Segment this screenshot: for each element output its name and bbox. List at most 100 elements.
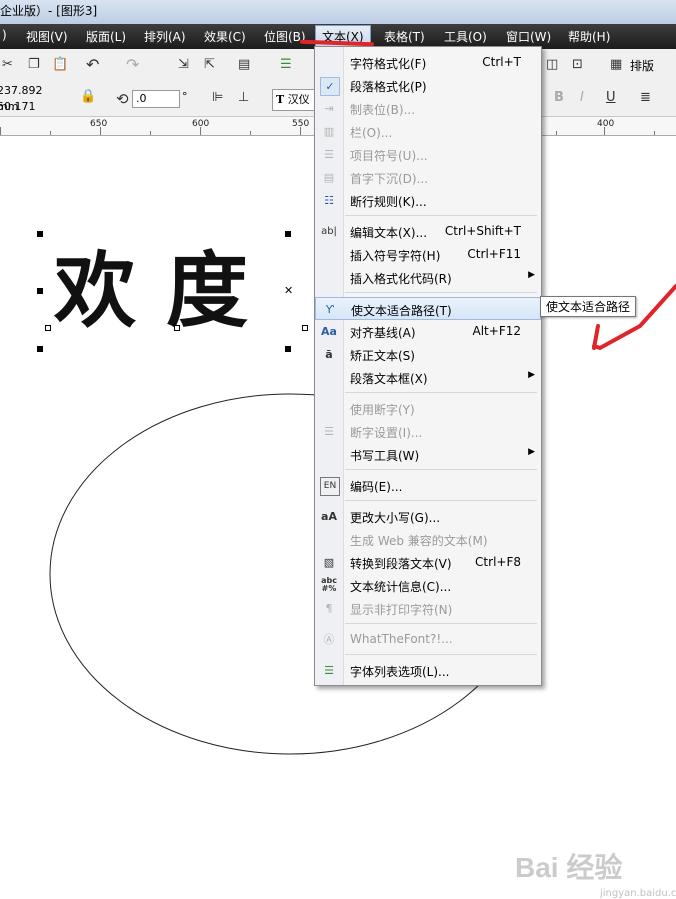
ruler-label: 400 xyxy=(597,119,615,129)
menu-item-insert-symbol[interactable]: 插入符号字符(H) Ctrl+F11 xyxy=(315,243,541,266)
undo-icon[interactable]: ↶ xyxy=(86,55,99,74)
layout-label[interactable]: 排版 xyxy=(630,57,654,74)
menu-item-font-list-options[interactable]: ☰ 字体列表选项(L)... xyxy=(315,659,541,682)
menu-view[interactable]: 视图(V) xyxy=(24,28,70,45)
menu-window[interactable]: 窗口(W) xyxy=(504,28,553,45)
export-icon[interactable]: ⇱ xyxy=(204,57,215,72)
selection-handle[interactable] xyxy=(37,346,43,352)
zoom-icon[interactable]: ◫ xyxy=(546,57,558,72)
redo-icon[interactable]: ↷ xyxy=(126,55,139,74)
zoom-fit-icon[interactable]: ⊡ xyxy=(572,57,583,72)
cut-icon[interactable]: ✂ xyxy=(2,57,13,72)
text-menu-dropdown: 字符格式化(F) Ctrl+T ✓ 段落格式化(P) ⇥ 制表位(B)... ▥… xyxy=(314,46,542,686)
paste-icon[interactable]: 📋 xyxy=(52,57,68,72)
menu-item-paragraph-frame[interactable]: 段落文本框(X) ▶ xyxy=(315,366,541,389)
menu-partial[interactable]: ) xyxy=(0,28,9,42)
menu-item-bullets[interactable]: ☰ 项目符号(U)... xyxy=(315,143,541,166)
watermark-url: jingyan.baidu.com xyxy=(600,888,676,899)
menu-item-straighten-text[interactable]: ā 矫正文本(S) xyxy=(315,343,541,366)
straighten-text-icon: ā xyxy=(325,348,333,361)
menu-item-convert-paragraph[interactable]: ▧ 转换到段落文本(V) Ctrl+F8 xyxy=(315,551,541,574)
menu-item-edit-text[interactable]: ab| 编辑文本(X)... Ctrl+Shift+T xyxy=(315,220,541,243)
font-name: 汉仪 xyxy=(287,93,310,106)
tooltip: 使文本适合路径 xyxy=(540,296,637,317)
checkmark-icon: ✓ xyxy=(320,77,340,96)
menu-effects[interactable]: 效果(C) xyxy=(202,28,248,45)
menu-layout[interactable]: 版面(L) xyxy=(84,28,128,45)
layout-icon: ▦ xyxy=(610,57,623,72)
bold-icon[interactable]: B xyxy=(554,90,564,105)
menu-item-change-case[interactable]: aA 更改大小写(G)... xyxy=(315,505,541,528)
whatthefont-icon: Ⓐ xyxy=(323,633,335,646)
bullets-icon: ☰ xyxy=(324,148,334,161)
node-handle[interactable] xyxy=(174,325,180,331)
menu-item-drop-cap[interactable]: ▤ 首字下沉(D)... xyxy=(315,166,541,189)
app-launcher-icon[interactable]: ☰ xyxy=(280,57,292,72)
font-select[interactable]: T 汉仪 xyxy=(272,89,316,111)
encoding-icon: EN xyxy=(320,477,340,496)
menu-item-insert-format-code[interactable]: 插入格式化代码(R) ▶ xyxy=(315,266,541,289)
red-annotation-stroke xyxy=(592,324,600,350)
rotation-unit: ° xyxy=(182,90,188,103)
tabs-icon: ⇥ xyxy=(324,102,334,115)
selection-handle[interactable] xyxy=(285,231,291,237)
title-bar: 企业版）- [图形3] xyxy=(0,0,676,24)
rotation-icon: ⟲ xyxy=(116,90,129,108)
watermark-logo: Bai 经验 xyxy=(515,852,623,883)
import-icon[interactable]: ⇲ xyxy=(178,57,189,72)
menu-item-line-break-rules[interactable]: ☷ 断行规则(K)... xyxy=(315,189,541,212)
menu-item-writing-tools[interactable]: 书写工具(W) ▶ xyxy=(315,443,541,466)
lock-ratio-icon[interactable]: 🔒 xyxy=(80,89,96,104)
menu-item-char-format[interactable]: 字符格式化(F) Ctrl+T xyxy=(315,51,541,74)
menu-item-paragraph-format[interactable]: ✓ 段落格式化(P) xyxy=(315,74,541,97)
menu-item-encoding[interactable]: EN 编码(E)... xyxy=(315,474,541,497)
x-position-field[interactable]: 237.892 mm xyxy=(0,83,62,113)
menu-item-columns[interactable]: ▥ 栏(O)... xyxy=(315,120,541,143)
convert-paragraph-icon: ▧ xyxy=(323,556,335,569)
menu-item-align-baseline[interactable]: Aa 对齐基线(A) Alt+F12 xyxy=(315,320,541,343)
submenu-arrow-icon: ▶ xyxy=(528,270,535,280)
center-marker-icon: ✕ xyxy=(284,284,294,297)
mirror-horizontal-icon[interactable]: ⊫ xyxy=(212,90,223,105)
hyphenation-icon: ☰ xyxy=(324,425,334,438)
submenu-arrow-icon: ▶ xyxy=(528,447,535,457)
selection-handle[interactable] xyxy=(37,288,43,294)
publish-pdf-icon[interactable]: ▤ xyxy=(238,57,250,72)
copy-icon[interactable]: ❐ xyxy=(28,57,40,72)
align-baseline-icon: Aa xyxy=(321,325,337,338)
change-case-icon: aA xyxy=(321,510,337,523)
align-icon[interactable]: ≣ xyxy=(640,90,651,105)
artistic-text[interactable]: 欢度 xyxy=(54,224,278,343)
menu-item-show-nonprinting[interactable]: ¶ 显示非打印字符(N) xyxy=(315,597,541,620)
menu-help[interactable]: 帮助(H) xyxy=(566,28,612,45)
menu-tools[interactable]: 工具(O) xyxy=(442,28,489,45)
edit-text-icon: ab| xyxy=(321,226,337,237)
drop-cap-icon: ▤ xyxy=(323,171,335,184)
menu-item-hyphenation-settings[interactable]: ☰ 断字设置(I)... xyxy=(315,420,541,443)
mirror-vertical-icon[interactable]: ⊥ xyxy=(238,90,249,105)
font-type-icon: T xyxy=(276,93,285,106)
menu-item-text-statistics[interactable]: abc #% 文本统计信息(C)... xyxy=(315,574,541,597)
fit-text-path-icon: Ƴ xyxy=(325,303,335,316)
menu-item-whatthefont[interactable]: Ⓐ WhatTheFont?!... xyxy=(315,628,541,651)
menu-item-use-hyphenation[interactable]: 使用断字(Y) xyxy=(315,397,541,420)
menu-table[interactable]: 表格(T) xyxy=(382,28,427,45)
menu-arrange[interactable]: 排列(A) xyxy=(142,28,188,45)
menu-item-fit-text-to-path[interactable]: Ƴ 使文本适合路径(T) xyxy=(315,297,541,320)
ruler-label: 650 xyxy=(90,119,108,129)
selection-handle[interactable] xyxy=(285,346,291,352)
underline-icon[interactable]: U xyxy=(606,90,616,105)
selection-handle[interactable] xyxy=(37,231,43,237)
menu-item-tabs[interactable]: ⇥ 制表位(B)... xyxy=(315,97,541,120)
node-handle[interactable] xyxy=(45,325,51,331)
italic-icon[interactable]: I xyxy=(580,90,584,105)
pilcrow-icon: ¶ xyxy=(325,602,333,615)
char-format-icon xyxy=(320,54,338,71)
rotation-input[interactable]: .0 xyxy=(132,90,180,108)
text-stats-icon: abc #% xyxy=(321,576,337,593)
columns-icon: ▥ xyxy=(323,125,335,138)
y-position-field[interactable]: 50.171 mm xyxy=(0,99,62,129)
menu-item-web-compatible[interactable]: 生成 Web 兼容的文本(M) xyxy=(315,528,541,551)
node-handle[interactable] xyxy=(302,325,308,331)
line-break-icon: ☷ xyxy=(324,194,334,207)
